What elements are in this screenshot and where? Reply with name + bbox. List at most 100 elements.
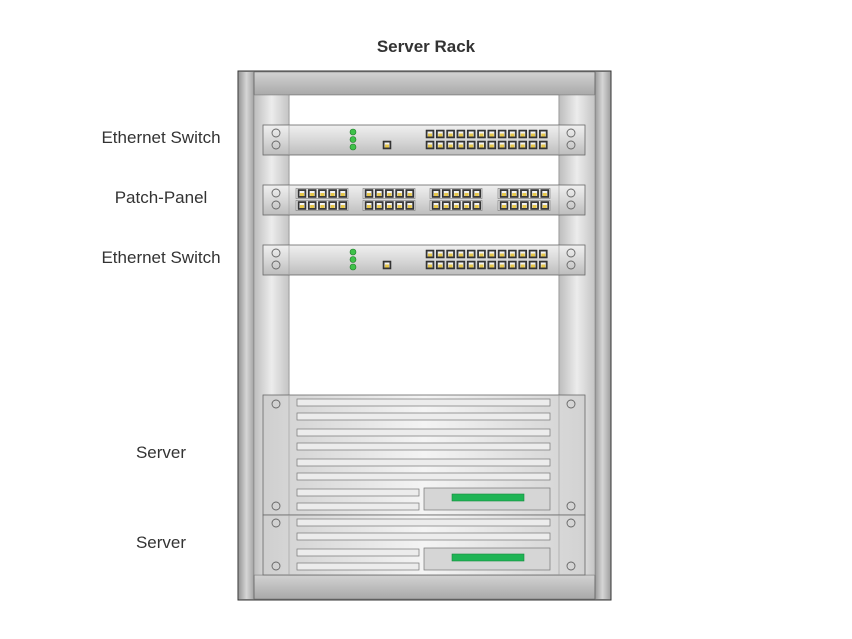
rj45-port [307,189,317,198]
rj45-port [509,189,519,198]
rj45-port [499,201,509,210]
rj45-port [297,201,307,210]
rj45-port [364,201,374,210]
rj45-port [466,140,476,150]
rj45-port [425,140,435,150]
rj45-port [497,129,507,139]
rj45-port [338,189,348,198]
rj45-port [466,260,476,270]
rj45-port [497,249,507,259]
rj45-port [441,201,451,210]
rj45-port [487,140,497,150]
rj45-port [374,189,384,198]
rj45-port [395,201,404,210]
rj45-port [466,129,476,139]
rj45-port [518,249,527,259]
rj45-port [425,129,435,139]
rj45-port [528,249,538,259]
rj45-port [518,140,527,150]
status-led [349,128,357,136]
rj45-port [530,201,539,210]
rj45-port [539,140,548,150]
rj45-port [508,140,517,150]
rj45-port [477,260,486,270]
rj45-port [462,189,471,198]
rj45-port [466,249,476,259]
drive-indicator-bar [451,493,525,502]
rj45-port [520,201,529,210]
rj45-port [477,129,486,139]
rj45-port [425,249,435,259]
rj45-port [539,129,548,139]
rj45-port [540,189,550,198]
status-led [349,143,357,151]
rack-diagram [237,70,612,601]
rj45-port [539,260,548,270]
rj45-port [318,201,327,210]
rj45-port [530,189,539,198]
rj45-port [472,189,482,198]
rj45-port [307,201,317,210]
rj45-port [385,201,394,210]
status-leds [349,248,357,271]
rj45-port [364,189,374,198]
uplink-port [382,260,392,270]
rj45-port [318,189,327,198]
patch-panel [262,184,586,216]
rj45-port [456,260,466,270]
rj45-port [497,260,507,270]
rj45-port [528,140,538,150]
rj45-port [425,260,435,270]
rj45-port [436,249,445,259]
rj45-port [487,129,497,139]
rj45-port [385,189,394,198]
rj45-port [508,260,517,270]
rj45-port [499,189,509,198]
rj45-port [328,201,337,210]
rj45-port [395,189,404,198]
server-large [262,394,586,516]
rj45-port [518,260,527,270]
rj45-port [436,260,445,270]
rj45-port [518,129,527,139]
rj45-port [477,140,486,150]
rj45-port [431,189,441,198]
ethernet-switch-bottom [262,244,586,276]
server-small [262,514,586,576]
rj45-port [540,201,550,210]
rj45-port [452,201,461,210]
rj45-port [528,260,538,270]
status-led [349,263,357,271]
rj45-port [436,129,445,139]
drive-indicator-bar [451,553,525,562]
rj45-port [382,260,392,270]
ethernet-switch-top [262,124,586,156]
rj45-port [520,189,529,198]
rj45-port [431,201,441,210]
rj45-port [441,189,451,198]
rj45-port [462,201,471,210]
rj45-port [487,249,497,259]
rj45-port [446,129,455,139]
status-led [349,256,357,263]
rj45-port [328,189,337,198]
rj45-port [539,249,548,259]
rj45-port [338,201,348,210]
rj45-port [477,249,486,259]
rj45-port [297,189,307,198]
rj45-port [508,249,517,259]
rj45-port [446,140,455,150]
rj45-port [452,189,461,198]
rj45-port [446,260,455,270]
status-led [349,248,357,256]
rj45-port [456,129,466,139]
rj45-port [456,140,466,150]
rj45-port [487,260,497,270]
rj45-port [497,140,507,150]
uplink-port [382,140,392,150]
rj45-port [456,249,466,259]
rj45-port [405,201,415,210]
rj45-port [436,140,445,150]
rj45-port [382,140,392,150]
status-led [349,136,357,143]
